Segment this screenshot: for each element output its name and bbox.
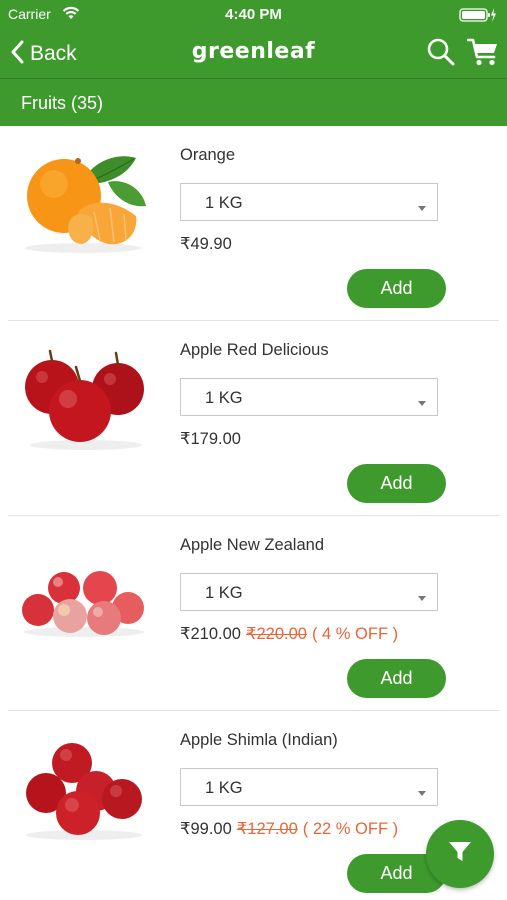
search-icon [426, 37, 456, 72]
quantity-value: 1 KG [205, 584, 243, 602]
add-to-cart-button[interactable]: Add [347, 269, 446, 308]
add-to-cart-button[interactable]: Add [347, 659, 446, 698]
nz-apples-image[interactable] [18, 538, 148, 648]
add-to-cart-button[interactable]: Add [347, 464, 446, 503]
red-apples-image[interactable] [18, 343, 148, 453]
dropdown-arrow-icon [417, 784, 427, 802]
product-name: Apple New Zealand [180, 536, 325, 554]
search-button[interactable] [425, 38, 457, 70]
quantity-select[interactable]: 1 KG [180, 768, 438, 806]
price-row: ₹210.00 ₹220.00( 4 % OFF ) [180, 624, 398, 644]
product-item: Orange 1 KG ₹49.90 Add [0, 126, 507, 321]
discount-label: ( 4 % OFF ) [311, 625, 399, 643]
original-price: ₹127.00 [236, 820, 298, 838]
price-row: ₹99.00 ₹127.00( 22 % OFF ) [180, 819, 398, 839]
status-bar: Carrier 4:40 PM [0, 0, 507, 30]
status-time: 4:40 PM [225, 6, 282, 23]
category-header: Fruits (35) [0, 79, 507, 126]
dropdown-arrow-icon [417, 394, 427, 412]
filter-icon [447, 840, 473, 869]
product-price: ₹99.00 [180, 820, 232, 838]
battery-charging-icon [459, 7, 497, 28]
category-title: Fruits (35) [21, 93, 104, 113]
product-price: ₹49.90 [180, 235, 232, 253]
filter-button[interactable] [426, 820, 494, 888]
quantity-value: 1 KG [205, 389, 243, 407]
quantity-select[interactable]: 1 KG [180, 573, 438, 611]
orange-image[interactable] [18, 148, 148, 258]
product-item: Apple Red Delicious 1 KG ₹179.00 Add [0, 321, 507, 516]
dropdown-arrow-icon [417, 589, 427, 607]
navigation-bar: Back greenleaf [0, 30, 507, 78]
product-list: Orange 1 KG ₹49.90 Add Apple Red Delicio… [0, 126, 507, 900]
original-price: ₹220.00 [245, 625, 307, 643]
quantity-select[interactable]: 1 KG [180, 378, 438, 416]
product-item: Apple New Zealand 1 KG ₹210.00 ₹220.00( 4… [0, 516, 507, 711]
product-price: ₹210.00 [180, 625, 241, 643]
cart-icon [466, 37, 499, 72]
cart-button[interactable] [466, 38, 500, 70]
price-row: ₹49.90 [180, 234, 232, 254]
quantity-select[interactable]: 1 KG [180, 183, 438, 221]
discount-label: ( 22 % OFF ) [302, 820, 399, 838]
product-name: Orange [180, 146, 236, 164]
shimla-apples-image[interactable] [18, 733, 148, 843]
dropdown-arrow-icon [417, 199, 427, 217]
product-price: ₹179.00 [180, 430, 241, 448]
quantity-value: 1 KG [205, 779, 243, 797]
price-row: ₹179.00 [180, 429, 241, 449]
quantity-value: 1 KG [205, 194, 243, 212]
product-name: Apple Shimla (Indian) [180, 731, 338, 749]
product-name: Apple Red Delicious [180, 341, 329, 359]
